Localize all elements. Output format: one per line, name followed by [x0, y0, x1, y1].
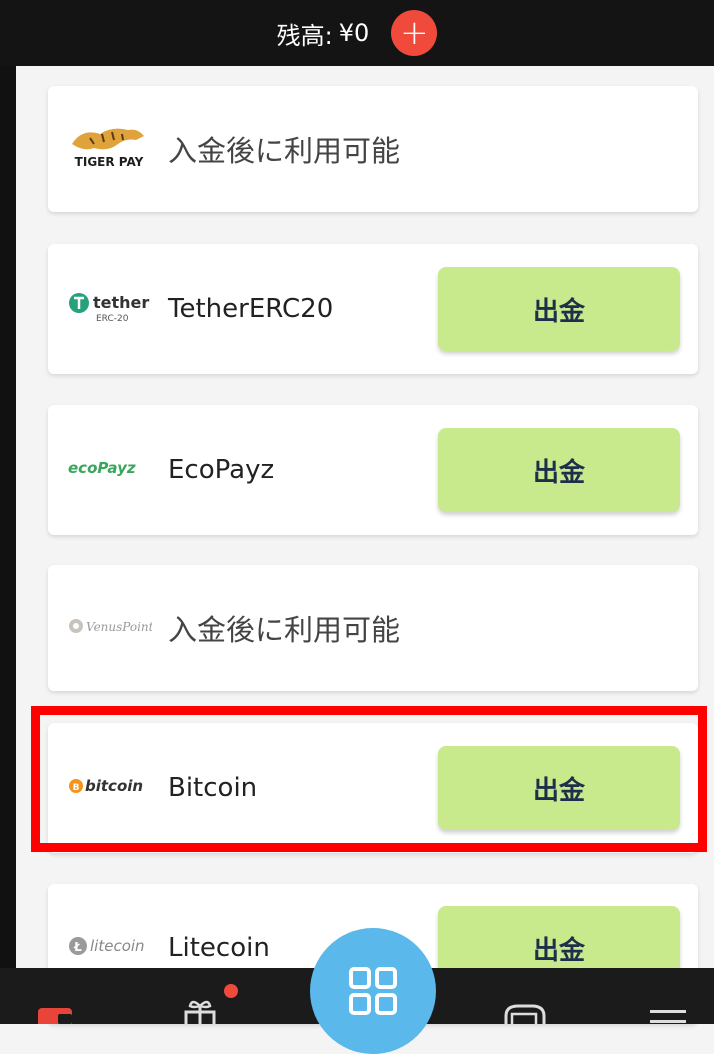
- method-name: 入金後に利用可能: [168, 613, 401, 647]
- plus-icon: +: [400, 13, 429, 53]
- slot-machine-icon[interactable]: [500, 1000, 550, 1024]
- payment-method-tether: tether ERC-20 TetherERC20 出金: [48, 244, 698, 374]
- method-name: Litecoin: [168, 933, 270, 963]
- deposit-plus-button[interactable]: +: [391, 10, 438, 56]
- method-name: TetherERC20: [168, 294, 334, 324]
- payment-method-venuspoint: VenusPoint 入金後に利用可能: [48, 565, 698, 691]
- tether-logo-text: tether: [93, 293, 149, 312]
- side-strip: [0, 66, 16, 968]
- home-grid-button[interactable]: [310, 928, 436, 1054]
- withdraw-button-tether[interactable]: 出金: [438, 267, 680, 351]
- ecopayz-logo: ecoPayz: [68, 453, 152, 487]
- payment-method-tigerpay: TIGER PAY 入金後に利用可能: [48, 86, 698, 212]
- svg-text:Ł: Ł: [73, 940, 82, 954]
- top-bar: 残高: ¥0 +: [0, 0, 714, 66]
- balance-label: 残高:: [276, 21, 333, 50]
- notification-dot: [224, 984, 238, 998]
- ecopayz-logo-text: ecoPayz: [68, 459, 136, 477]
- method-name: 入金後に利用可能: [168, 134, 401, 168]
- menu-icon[interactable]: [648, 1006, 688, 1024]
- tigerpay-logo-text: TIGER PAY: [75, 155, 144, 169]
- tigerpay-logo: TIGER PAY: [68, 122, 150, 176]
- grid-icon: [348, 966, 398, 1020]
- wallet-icon[interactable]: [36, 1002, 76, 1024]
- litecoin-logo: Ł litecoin: [68, 931, 152, 965]
- gift-icon[interactable]: [180, 998, 220, 1024]
- payment-method-ecopayz: ecoPayz EcoPayz 出金: [48, 405, 698, 535]
- balance-value: ¥0: [338, 19, 370, 47]
- withdraw-button-ecopayz[interactable]: 出金: [438, 428, 680, 512]
- tether-logo-sub: ERC-20: [96, 314, 129, 324]
- venuspoint-logo-text: VenusPoint: [86, 620, 152, 634]
- highlight-box: [31, 706, 707, 852]
- balance-display: 残高: ¥0: [277, 16, 370, 51]
- venuspoint-logo: VenusPoint: [68, 611, 154, 645]
- litecoin-logo-text: litecoin: [90, 937, 145, 955]
- method-name: EcoPayz: [168, 455, 275, 485]
- tether-logo: tether ERC-20: [68, 287, 152, 331]
